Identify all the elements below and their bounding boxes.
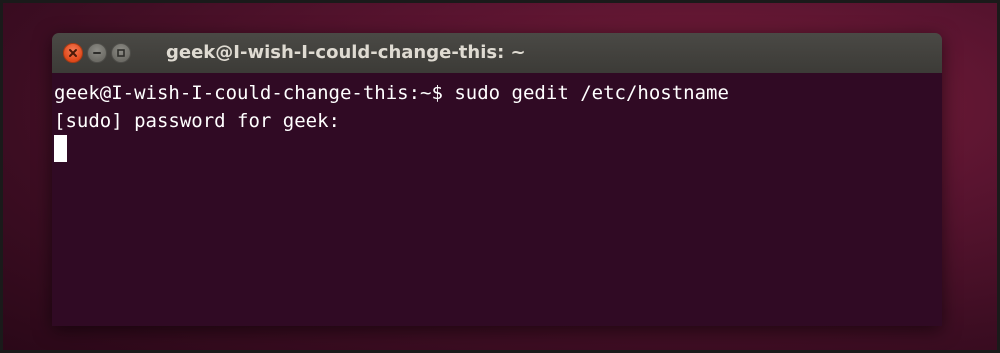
close-button[interactable] bbox=[63, 43, 83, 63]
minimize-button[interactable] bbox=[87, 43, 107, 63]
text-cursor bbox=[54, 135, 67, 162]
terminal-window: geek@I-wish-I-could-change-this: ~ geek@… bbox=[52, 33, 942, 326]
terminal-line-cursor bbox=[54, 135, 942, 163]
close-icon bbox=[69, 49, 77, 57]
minimize-icon bbox=[93, 52, 101, 54]
terminal-line-password-prompt: [sudo] password for geek: bbox=[54, 110, 340, 132]
window-controls bbox=[63, 43, 135, 63]
terminal-content[interactable]: geek@I-wish-I-could-change-this:~$ sudo … bbox=[52, 73, 942, 326]
maximize-icon bbox=[117, 49, 125, 57]
window-title: geek@I-wish-I-could-change-this: ~ bbox=[166, 42, 526, 63]
terminal-line-command: geek@I-wish-I-could-change-this:~$ sudo … bbox=[54, 82, 729, 104]
maximize-button[interactable] bbox=[111, 43, 131, 63]
title-bar[interactable]: geek@I-wish-I-could-change-this: ~ bbox=[52, 33, 942, 73]
